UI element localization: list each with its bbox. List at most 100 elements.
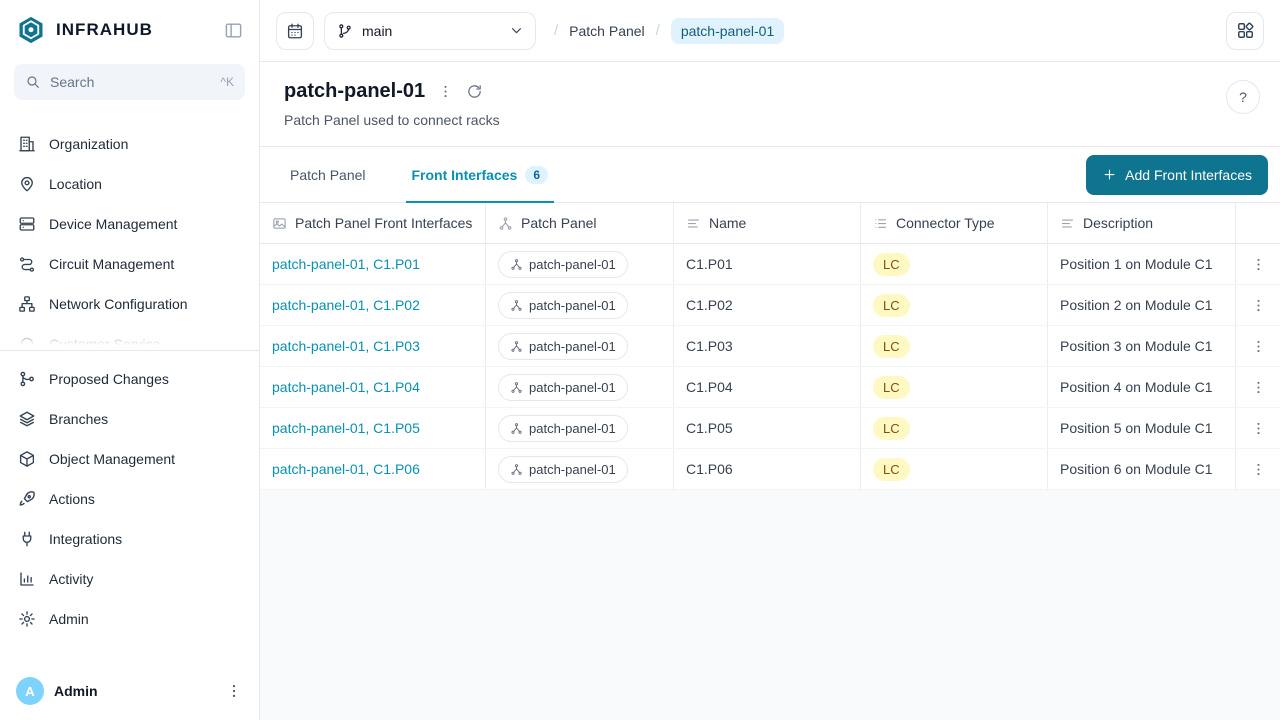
row-actions-button[interactable] bbox=[1250, 461, 1267, 478]
add-front-interfaces-button[interactable]: Add Front Interfaces bbox=[1086, 155, 1268, 195]
sidebar-item-admin[interactable]: Admin bbox=[0, 599, 259, 639]
sidebar-item-label: Object Management bbox=[49, 451, 175, 467]
sidebar-secondary-nav: Proposed Changes Branches Object Managem… bbox=[0, 351, 259, 639]
sidebar-item-label: Admin bbox=[49, 611, 89, 627]
column-header-label: Connector Type bbox=[896, 215, 995, 231]
column-header-connector-type: Connector Type bbox=[861, 203, 1048, 243]
connector-type-badge: LC bbox=[873, 335, 910, 358]
column-header-label: Name bbox=[709, 215, 746, 231]
sidebar-item-object-management[interactable]: Object Management bbox=[0, 439, 259, 479]
search-placeholder: Search bbox=[50, 74, 94, 90]
list-icon bbox=[873, 216, 888, 231]
interface-description: Position 6 on Module C1 bbox=[1060, 461, 1213, 477]
object-actions-button[interactable] bbox=[437, 83, 454, 100]
patch-panel-pill-label: patch-panel-01 bbox=[529, 339, 616, 354]
sidebar-item-network-configuration[interactable]: Network Configuration bbox=[0, 284, 259, 324]
user-name: Admin bbox=[54, 683, 98, 699]
interface-link[interactable]: patch-panel-01, C1.P01 bbox=[272, 256, 420, 272]
server-icon bbox=[18, 215, 36, 233]
column-header-name: Name bbox=[674, 203, 861, 243]
sidebar-header: INFRAHUB bbox=[0, 0, 259, 60]
sidebar-item-device-management[interactable]: Device Management bbox=[0, 204, 259, 244]
patch-panel-pill[interactable]: patch-panel-01 bbox=[498, 292, 628, 319]
main-content: main / Patch Panel / patch-panel-01 patc… bbox=[260, 0, 1280, 720]
sidebar-item-branches[interactable]: Branches bbox=[0, 399, 259, 439]
patch-panel-pill[interactable]: patch-panel-01 bbox=[498, 456, 628, 483]
patch-panel-pill[interactable]: patch-panel-01 bbox=[498, 251, 628, 278]
breadcrumb: / Patch Panel / patch-panel-01 bbox=[554, 18, 784, 44]
breadcrumb-parent[interactable]: Patch Panel bbox=[569, 23, 645, 39]
sidebar-collapse-button[interactable] bbox=[224, 21, 243, 40]
row-actions-button[interactable] bbox=[1250, 379, 1267, 396]
row-actions-button[interactable] bbox=[1250, 338, 1267, 355]
patch-panel-pill[interactable]: patch-panel-01 bbox=[498, 374, 628, 401]
avatar: A bbox=[16, 677, 44, 705]
sidebar-item-actions[interactable]: Actions bbox=[0, 479, 259, 519]
help-button[interactable]: ? bbox=[1226, 80, 1260, 114]
refresh-icon bbox=[466, 83, 483, 100]
apps-grid-icon bbox=[1236, 21, 1255, 40]
interface-name: C1.P06 bbox=[686, 461, 733, 477]
interface-name: C1.P02 bbox=[686, 297, 733, 313]
tab-patch-panel[interactable]: Patch Panel bbox=[284, 147, 372, 202]
interface-link[interactable]: patch-panel-01, C1.P06 bbox=[272, 461, 420, 477]
tab-front-interfaces[interactable]: Front Interfaces 6 bbox=[406, 147, 555, 202]
table-row: patch-panel-01, C1.P03 patch-panel-01 C1… bbox=[260, 326, 1280, 367]
patch-panel-pill-label: patch-panel-01 bbox=[529, 462, 616, 477]
apps-menu-button[interactable] bbox=[1226, 12, 1264, 50]
interface-description: Position 4 on Module C1 bbox=[1060, 379, 1213, 395]
sidebar-item-proposed-changes[interactable]: Proposed Changes bbox=[0, 359, 259, 399]
sidebar-item-circuit-management[interactable]: Circuit Management bbox=[0, 244, 259, 284]
gear-icon bbox=[18, 610, 36, 628]
interface-link[interactable]: patch-panel-01, C1.P04 bbox=[272, 379, 420, 395]
patch-panel-pill-label: patch-panel-01 bbox=[529, 257, 616, 272]
sidebar-item-customer-service[interactable]: Customer Service bbox=[0, 324, 259, 350]
refresh-button[interactable] bbox=[466, 83, 483, 100]
tab-label: Patch Panel bbox=[290, 167, 366, 183]
sidebar-item-organization[interactable]: Organization bbox=[0, 124, 259, 164]
tabs-bar: Patch Panel Front Interfaces 6 Add Front… bbox=[260, 147, 1280, 203]
time-travel-button[interactable] bbox=[276, 12, 314, 50]
interface-description: Position 2 on Module C1 bbox=[1060, 297, 1213, 313]
page-title-row: patch-panel-01 bbox=[284, 80, 500, 103]
patch-panel-pill-label: patch-panel-01 bbox=[529, 421, 616, 436]
row-actions-button[interactable] bbox=[1250, 297, 1267, 314]
row-actions-button[interactable] bbox=[1250, 256, 1267, 273]
user-menu-button[interactable] bbox=[225, 682, 243, 700]
sidebar-item-label: Organization bbox=[49, 136, 128, 152]
layers-icon bbox=[18, 410, 36, 428]
connector-type-badge: LC bbox=[873, 294, 910, 317]
question-mark-icon: ? bbox=[1239, 89, 1247, 105]
sidebar-item-label: Integrations bbox=[49, 531, 122, 547]
map-pin-icon bbox=[18, 175, 36, 193]
patch-panel-pill[interactable]: patch-panel-01 bbox=[498, 415, 628, 442]
interface-link[interactable]: patch-panel-01, C1.P05 bbox=[272, 420, 420, 436]
interface-link[interactable]: patch-panel-01, C1.P03 bbox=[272, 338, 420, 354]
sidebar-item-location[interactable]: Location bbox=[0, 164, 259, 204]
sidebar-item-label: Customer Service bbox=[49, 336, 160, 350]
route-icon bbox=[18, 255, 36, 273]
breadcrumb-current[interactable]: patch-panel-01 bbox=[671, 18, 784, 44]
building-icon bbox=[18, 135, 36, 153]
interface-description: Position 5 on Module C1 bbox=[1060, 420, 1213, 436]
sidebar-item-integrations[interactable]: Integrations bbox=[0, 519, 259, 559]
sidebar-item-label: Activity bbox=[49, 571, 93, 587]
interface-link[interactable]: patch-panel-01, C1.P02 bbox=[272, 297, 420, 313]
user-account-row[interactable]: A Admin bbox=[0, 662, 259, 720]
calendar-icon bbox=[286, 22, 304, 40]
text-icon bbox=[686, 216, 701, 231]
image-icon bbox=[272, 216, 287, 231]
sidebar-item-label: Device Management bbox=[49, 216, 177, 232]
sidebar-item-activity[interactable]: Activity bbox=[0, 559, 259, 599]
content-background bbox=[260, 490, 1280, 720]
table-body: patch-panel-01, C1.P01 patch-panel-01 C1… bbox=[260, 244, 1280, 490]
branch-selector[interactable]: main bbox=[324, 12, 536, 50]
plus-icon bbox=[1102, 167, 1117, 182]
table-row: patch-panel-01, C1.P02 patch-panel-01 C1… bbox=[260, 285, 1280, 326]
search-input[interactable]: Search ^K bbox=[14, 64, 245, 100]
branch-selected-value: main bbox=[362, 23, 392, 39]
cube-icon bbox=[18, 450, 36, 468]
patch-panel-pill[interactable]: patch-panel-01 bbox=[498, 333, 628, 360]
panel-collapse-icon bbox=[224, 21, 243, 40]
row-actions-button[interactable] bbox=[1250, 420, 1267, 437]
